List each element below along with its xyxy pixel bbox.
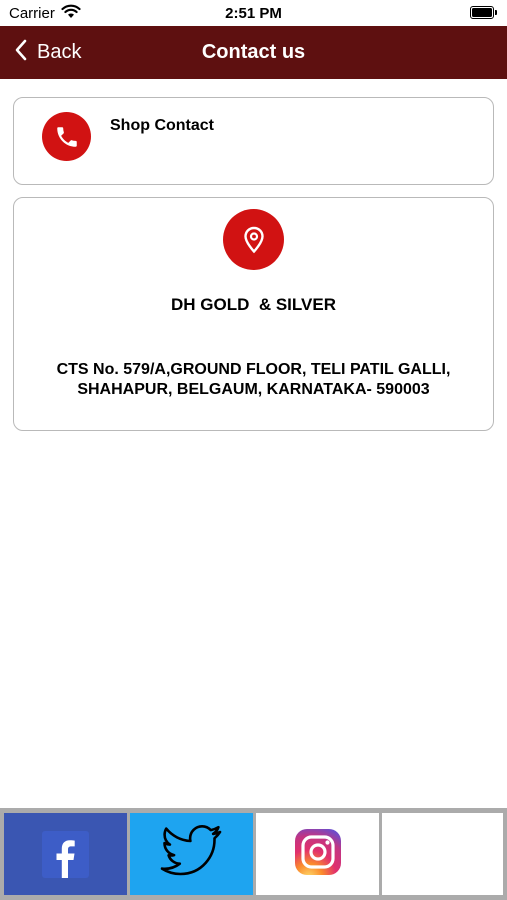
- navigation-bar: Back Contact us: [0, 26, 507, 79]
- location-pin-icon: [223, 209, 284, 270]
- battery-icon: [470, 6, 498, 19]
- twitter-button[interactable]: [130, 813, 253, 895]
- social-bar: [0, 808, 507, 900]
- chevron-left-icon: [14, 39, 27, 67]
- store-name: DH GOLD & SILVER: [171, 295, 336, 314]
- address-line-2: SHAHAPUR, BELGAUM, KARNATAKA- 590003: [77, 381, 430, 398]
- instagram-icon: [294, 828, 342, 881]
- phone-icon: [42, 112, 91, 161]
- shop-contact-label: Shop Contact: [110, 117, 214, 134]
- instagram-button[interactable]: [256, 813, 379, 895]
- empty-slot: [382, 813, 503, 895]
- back-label: Back: [37, 41, 82, 63]
- address-line-1: CTS No. 579/A,GROUND FLOOR, TELI PATIL G…: [56, 361, 451, 378]
- address-card: DH GOLD & SILVER CTS No. 579/A,GROUND FL…: [13, 197, 494, 431]
- back-button[interactable]: Back: [14, 26, 81, 79]
- store-address: CTS No. 579/A,GROUND FLOOR, TELI PATIL G…: [14, 360, 493, 400]
- status-bar: Carrier 2:51 PM: [0, 0, 507, 26]
- facebook-icon: [42, 830, 89, 878]
- twitter-icon: [160, 824, 224, 884]
- clock: 2:51 PM: [225, 5, 282, 22]
- shop-contact-card[interactable]: Shop Contact: [13, 97, 494, 185]
- facebook-button[interactable]: [4, 813, 127, 895]
